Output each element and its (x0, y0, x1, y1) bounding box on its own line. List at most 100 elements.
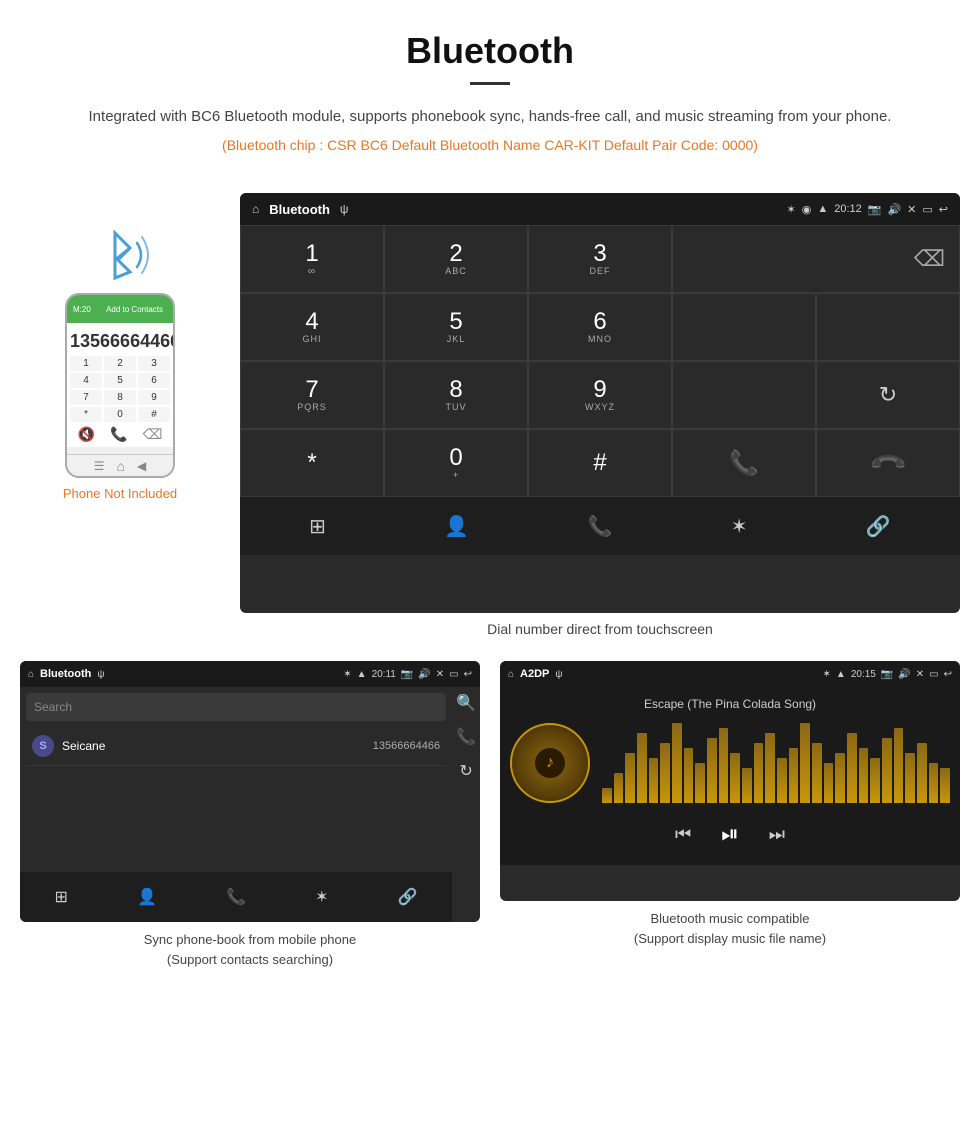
phonebook-screen: ⌂ Bluetooth ψ ✶ ▲ 20:11 📷 🔊 ✕ ▭ ↩ (20, 661, 480, 922)
viz-bar (719, 728, 729, 803)
nav-phone-icon[interactable]: 📞 (588, 514, 613, 539)
pb-close[interactable]: ✕ (436, 669, 444, 680)
key-0[interactable]: 0 + (384, 429, 528, 497)
nav-link-icon[interactable]: 🔗 (866, 514, 891, 539)
screen-title: Bluetooth (269, 202, 330, 217)
viz-bar (602, 788, 612, 803)
pb-nav-contacts[interactable]: 👤 (137, 887, 157, 907)
a2dp-close[interactable]: ✕ (916, 669, 924, 680)
a2dp-vol[interactable]: 🔊 (898, 669, 910, 680)
phonebook-main: Search S Seicane 13566664466 ⊞ 👤 (20, 687, 452, 922)
a2dp-caption: Bluetooth music compatible (Support disp… (634, 909, 826, 948)
nav-keypad-icon[interactable]: ⊞ (309, 514, 326, 539)
pb-nav-keypad[interactable]: ⊞ (55, 887, 68, 907)
back-icon[interactable]: ↩ (939, 203, 948, 216)
key-4[interactable]: 4 GHI (240, 293, 384, 361)
pb-right-phone[interactable]: 📞 (456, 727, 476, 747)
pb-nav-link[interactable]: 🔗 (398, 887, 418, 907)
a2dp-time: 20:15 (851, 669, 876, 680)
bluetooth-specs: (Bluetooth chip : CSR BC6 Default Blueto… (60, 137, 920, 153)
a2dp-home-icon[interactable]: ⌂ (508, 669, 514, 680)
album-art: ♪ (510, 723, 590, 803)
phonebook-caption: Sync phone-book from mobile phone (Suppo… (144, 930, 356, 969)
pb-screen[interactable]: ▭ (449, 669, 458, 680)
phone-bottom-bar: ☰ ⌂ ◀ (67, 454, 173, 476)
viz-bar (614, 773, 624, 803)
a2dp-back[interactable]: ↩ (944, 669, 952, 680)
contact-name: Seicane (62, 739, 365, 753)
pb-nav-bluetooth[interactable]: ✶ (315, 887, 328, 907)
viz-bar (684, 748, 694, 803)
empty-cell-r2c5 (816, 293, 960, 361)
search-bar-container: Search (26, 693, 446, 721)
title-divider (470, 82, 510, 85)
a2dp-screen[interactable]: ▭ (929, 669, 938, 680)
search-bar[interactable]: Search (26, 693, 446, 721)
viz-bar (929, 763, 939, 803)
prev-button[interactable]: ⏮ (675, 824, 691, 845)
a2dp-signal: ▲ (836, 669, 846, 680)
pb-cam[interactable]: 📷 (401, 669, 413, 680)
a2dp-screenshot-item: ⌂ A2DP ψ ✶ ▲ 20:15 📷 🔊 ✕ ▭ ↩ Escape (The… (500, 661, 960, 969)
key-1[interactable]: 1 ∞ (240, 225, 384, 293)
nav-bluetooth-icon[interactable]: ✶ (731, 514, 748, 539)
a2dp-cam[interactable]: 📷 (881, 669, 893, 680)
pb-vol[interactable]: 🔊 (418, 669, 430, 680)
display-backspace[interactable]: ⌫ (672, 225, 960, 293)
pb-usb-icon: ψ (97, 669, 104, 680)
home-icon[interactable]: ⌂ (252, 202, 259, 216)
phonebook-area: Search S Seicane 13566664466 ⊞ 👤 (20, 687, 480, 922)
play-pause-button[interactable]: ⏯ (721, 821, 739, 847)
key-7[interactable]: 7 PQRS (240, 361, 384, 429)
phonebook-statusbar: ⌂ Bluetooth ψ ✶ ▲ 20:11 📷 🔊 ✕ ▭ ↩ (20, 661, 480, 687)
contact-list-empty (20, 772, 452, 872)
viz-bar (672, 723, 682, 803)
viz-bar (835, 753, 845, 803)
key-2[interactable]: 2 ABC (384, 225, 528, 293)
viz-bar (625, 753, 635, 803)
key-5[interactable]: 5 JKL (384, 293, 528, 361)
album-art-area: ♪ (510, 723, 950, 803)
pb-title: Bluetooth (40, 668, 91, 680)
close-icon[interactable]: ✕ (907, 203, 916, 216)
contact-row[interactable]: S Seicane 13566664466 (26, 727, 446, 766)
usb-icon: ψ (340, 202, 349, 216)
location-icon: ◉ (802, 203, 812, 216)
key-hash[interactable]: # (528, 429, 672, 497)
pb-nav-phone[interactable]: 📞 (226, 887, 246, 907)
album-art-inner: ♪ (535, 748, 565, 778)
a2dp-title: A2DP (520, 668, 549, 680)
visualizer (602, 723, 950, 803)
key-8[interactable]: 8 TUV (384, 361, 528, 429)
backspace-icon[interactable]: ⌫ (914, 246, 945, 272)
next-button[interactable]: ⏭ (769, 824, 785, 845)
viz-bar (742, 768, 752, 803)
empty-cell-r3c4 (672, 361, 816, 429)
pb-right-refresh[interactable]: ↻ (459, 761, 472, 781)
viz-bar (660, 743, 670, 803)
refresh-button[interactable]: ↻ (816, 361, 960, 429)
key-3[interactable]: 3 DEF (528, 225, 672, 293)
key-6[interactable]: 6 MNO (528, 293, 672, 361)
screen-icon[interactable]: ▭ (922, 203, 932, 216)
phone-screen-content: 13566664466 123 456 789 *0# 🔇 📞 ⌫ (67, 323, 173, 447)
call-button[interactable]: 📞 (672, 429, 816, 497)
nav-contacts-icon[interactable]: 👤 (444, 514, 469, 539)
key-9[interactable]: 9 WXYZ (528, 361, 672, 429)
camera-icon[interactable]: 📷 (868, 203, 882, 216)
phonebook-screenshot-item: ⌂ Bluetooth ψ ✶ ▲ 20:11 📷 🔊 ✕ ▭ ↩ (20, 661, 480, 969)
bluetooth-status-icon: ✶ (787, 203, 796, 216)
status-right: ✶ ◉ ▲ 20:12 📷 🔊 ✕ ▭ ↩ (787, 203, 949, 216)
viz-bar (940, 768, 950, 803)
phone-mockup: M:20 Add to Contacts 13566664466 123 456… (65, 293, 175, 478)
viz-bar (707, 738, 717, 803)
pb-right-search[interactable]: 🔍 (456, 693, 476, 713)
viz-bar (730, 753, 740, 803)
volume-icon[interactable]: 🔊 (887, 203, 901, 216)
pb-home-icon[interactable]: ⌂ (28, 669, 34, 680)
viz-bar (765, 733, 775, 803)
a2dp-usb-icon: ψ (555, 669, 562, 680)
key-star[interactable]: * (240, 429, 384, 497)
end-call-button[interactable]: 📞 (816, 429, 960, 497)
pb-back[interactable]: ↩ (464, 669, 472, 680)
